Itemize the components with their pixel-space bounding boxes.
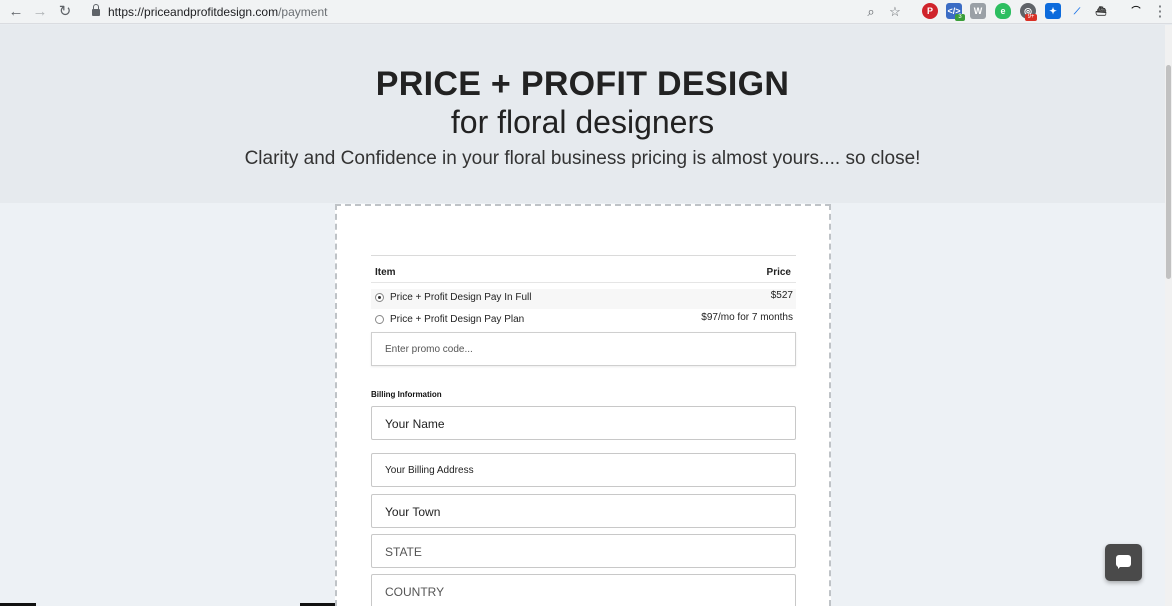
checkout-form: Item Price Price + Profit Design Pay In …: [335, 204, 831, 606]
url-text: https://priceandprofitdesign.com/payment: [108, 5, 328, 19]
extension-badge: 3: [955, 14, 965, 21]
option-price: $97/mo for 7 months: [701, 312, 793, 323]
chat-bubble-icon: [1116, 555, 1131, 569]
reload-icon[interactable]: ↻: [55, 2, 75, 22]
extension-ship-icon[interactable]: ⛴: [1093, 3, 1109, 19]
country-field[interactable]: COUNTRY: [371, 574, 796, 606]
chat-button[interactable]: [1105, 544, 1142, 581]
extension-wing-icon[interactable]: ⟋: [1069, 3, 1085, 19]
promo-code-input[interactable]: Enter promo code...: [371, 332, 796, 366]
back-icon[interactable]: ←: [6, 2, 26, 22]
evernote-icon[interactable]: e: [995, 3, 1011, 19]
country-placeholder: COUNTRY: [385, 585, 445, 599]
item-column-header: Item: [375, 267, 396, 278]
divider: [371, 255, 796, 256]
name-field[interactable]: Your Name: [371, 406, 796, 440]
option-label: Price + Profit Design Pay In Full: [390, 292, 532, 303]
billing-address-value: Your Billing Address: [385, 465, 474, 476]
town-field[interactable]: Your Town: [371, 494, 796, 528]
town-field-value: Your Town: [385, 505, 441, 519]
page-title: PRICE + PROFIT DESIGN: [375, 65, 790, 103]
divider: [371, 282, 796, 283]
extension-w-icon[interactable]: W: [970, 3, 986, 19]
forward-icon[interactable]: →: [30, 2, 50, 22]
state-field[interactable]: STATE: [371, 534, 796, 568]
lock-icon: [92, 4, 100, 16]
zoom-icon[interactable]: ⌕: [862, 3, 880, 21]
tagline: Clarity and Confidence in your floral bu…: [244, 148, 921, 169]
menu-kebab-icon[interactable]: ⋮: [1152, 2, 1168, 22]
price-column-header: Price: [766, 267, 791, 278]
profile-mask-icon[interactable]: ⌒: [1128, 3, 1144, 19]
promo-placeholder: Enter promo code...: [385, 344, 473, 355]
option-price: $527: [770, 290, 793, 301]
dropbox-icon[interactable]: ✦: [1045, 3, 1061, 19]
billing-address-field[interactable]: Your Billing Address: [371, 453, 796, 487]
hero-section: PRICE + PROFIT DESIGN for floral designe…: [0, 25, 1165, 203]
radio-selected[interactable]: [375, 293, 384, 302]
billing-heading: Billing Information: [371, 390, 442, 399]
option-pay-in-full[interactable]: Price + Profit Design Pay In Full $527: [371, 289, 796, 309]
notification-badge: 9+: [1025, 14, 1037, 21]
name-field-value: Your Name: [385, 417, 445, 431]
scrollbar-thumb[interactable]: [1166, 65, 1171, 279]
browser-toolbar: ← → ↻ https://priceandprofitdesign.com/p…: [0, 0, 1172, 24]
option-pay-plan[interactable]: Price + Profit Design Pay Plan $97/mo fo…: [371, 311, 796, 331]
radio-unselected[interactable]: [375, 315, 384, 324]
page-scrollbar[interactable]: [1165, 25, 1172, 606]
address-bar[interactable]: https://priceandprofitdesign.com/payment…: [84, 1, 910, 23]
page-subtitle: for floral designers: [450, 104, 715, 140]
state-placeholder: STATE: [385, 545, 422, 559]
bookmark-star-icon[interactable]: ☆: [886, 3, 904, 21]
option-label: Price + Profit Design Pay Plan: [390, 314, 525, 325]
pinterest-icon[interactable]: P: [922, 3, 938, 19]
